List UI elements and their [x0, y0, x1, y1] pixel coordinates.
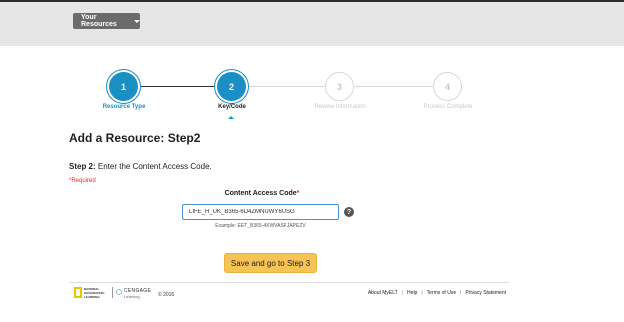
step-label-key-code: Key/Code: [218, 104, 246, 110]
progress-stepper: 1 2 3 4 Resource Type Key/Code Review In…: [0, 0, 624, 130]
access-code-label: Content Access Code*: [0, 190, 524, 197]
footer-divider: [69, 282, 509, 283]
national-geographic-logo-text: NATIONAL GEOGRAPHIC LEARNING: [84, 287, 105, 299]
step-label-resource-type: Resource Type: [102, 104, 146, 110]
active-step-pointer-icon: [228, 116, 234, 119]
step-instruction-text: Enter the Content Access Code.: [95, 162, 212, 171]
footer-separator: |: [401, 290, 404, 296]
step-circle-1: 1: [109, 72, 138, 101]
stepper-connector-1: [138, 86, 217, 87]
footer-links: About MyELT | Help | Terms of Use | Priv…: [368, 290, 506, 296]
step-label-process-complete: Process Complete: [423, 104, 473, 110]
cengage-logo-icon: [116, 289, 122, 295]
step-instruction-prefix: Step 2:: [69, 162, 96, 171]
copyright: © 2016: [158, 292, 175, 298]
footer-link-about[interactable]: About MyELT: [368, 290, 398, 296]
logo-divider: [112, 287, 113, 298]
access-code-input[interactable]: [182, 204, 339, 220]
save-and-continue-button[interactable]: Save and go to Step 3: [224, 253, 317, 273]
national-geographic-logo-icon: [74, 287, 82, 298]
access-code-example: Example: EET_B365-4XWVASFJAPEZV: [215, 223, 306, 229]
access-code-label-text: Content Access Code: [224, 190, 297, 197]
footer-separator: |: [460, 290, 462, 296]
stepper-connector-3: [354, 86, 433, 87]
stepper-connector-2: [246, 86, 325, 87]
cengage-logo-subtext: Learning: [124, 294, 140, 299]
step-circle-2: 2: [217, 72, 246, 101]
step-label-review-information: Review Information: [314, 104, 366, 110]
footer-link-terms[interactable]: Terms of Use: [427, 290, 456, 296]
step-circle-4: 4: [433, 72, 462, 101]
page-title: Add a Resource: Step2: [69, 131, 201, 145]
required-star: *: [296, 190, 300, 197]
help-question-icon[interactable]: ?: [344, 207, 354, 217]
step-circle-3: 3: [325, 72, 354, 101]
step-instruction: Step 2: Enter the Content Access Code.: [69, 162, 212, 171]
footer-link-privacy[interactable]: Privacy Statement: [465, 290, 506, 296]
footer-separator: |: [421, 290, 423, 296]
footer-link-help[interactable]: Help: [407, 290, 417, 296]
required-note: *Required: [69, 178, 96, 184]
